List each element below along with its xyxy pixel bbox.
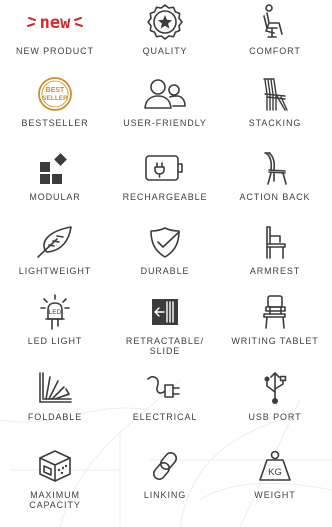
feature-label: MAXIMUM CAPACITY [29,490,81,510]
capacity-box-icon [25,446,85,486]
retractable-slide-icon [135,292,195,332]
usb-icon [245,368,305,408]
feature-label: RETRACTABLE/ SLIDE [125,336,205,356]
feature-users: USER-FRIENDLY [110,74,220,144]
chain-link-icon [135,446,195,486]
modular-blocks-icon [25,148,85,188]
electrical-plug-icon [135,368,195,408]
feature-label: WRITING TABLET [231,336,319,346]
writing-tablet-chair-icon [245,292,305,332]
feature-label: ARMREST [249,266,301,276]
feature-quality-star: QUALITY [110,2,220,72]
bestseller-text-line1: BEST [46,87,65,94]
feature-modular-blocks: MODULAR [0,148,110,218]
comfort-seat-icon [245,2,305,42]
feature-label: FOLDABLE [27,412,83,422]
feature-label: DURABLE [140,266,190,276]
feature-foldable-angle: FOLDABLE [0,368,110,438]
feature-new-badge: new NEW PRODUCT [0,2,110,72]
quality-star-icon [135,2,195,42]
feature-battery-plug: RECHARGEABLE [110,148,220,218]
led-bulb-icon: LED [25,292,85,332]
action-back-chair-icon [245,148,305,188]
feature-grid: new NEW PRODUCT QUALITY COMFORT BEST SELLER BE… [0,0,332,527]
feature-bestseller-badge: BEST SELLER BESTSELLER [0,74,110,144]
battery-plug-icon [135,148,195,188]
feature-shield-check: DURABLE [110,222,220,292]
led-text: LED [49,309,62,316]
feature-writing-tablet-chair: WRITING TABLET [220,292,330,362]
shield-check-icon [135,222,195,262]
feature-label: NEW PRODUCT [16,46,94,56]
feature-led-bulb: LED LED LIGHT [0,292,110,362]
feature-stacked-chairs: STACKING [220,74,330,144]
feature-label: MODULAR [29,192,81,202]
feature-label: WEIGHT [254,490,296,500]
weight-kg-text: KG [268,467,282,478]
feature-label: RECHARGEABLE [122,192,208,202]
feature-label: LINKING [143,490,187,500]
feather-icon [25,222,85,262]
feature-comfort-seat: COMFORT [220,2,330,72]
feature-label: USB PORT [248,412,302,422]
users-icon [135,74,195,114]
new-badge-text: new [40,13,71,33]
feature-label: BESTSELLER [21,118,89,128]
feature-usb: USB PORT [220,368,330,438]
armrest-chair-icon [245,222,305,262]
bestseller-badge-icon: BEST SELLER [25,74,85,114]
feature-label: COMFORT [249,46,301,56]
feature-label: QUALITY [142,46,188,56]
feature-chain-link: LINKING [110,446,220,516]
feature-electrical-plug: ELECTRICAL [110,368,220,438]
feature-armrest-chair: ARMREST [220,222,330,292]
feature-label: ELECTRICAL [132,412,198,422]
feature-capacity-box: MAXIMUM CAPACITY [0,446,110,516]
feature-action-back-chair: ACTION BACK [220,148,330,218]
foldable-angle-icon [25,368,85,408]
new-badge-icon: new [25,2,85,42]
feature-label: LED LIGHT [27,336,83,346]
feature-feather: LIGHTWEIGHT [0,222,110,292]
feature-label: ACTION BACK [239,192,311,202]
feature-label: LIGHTWEIGHT [18,266,92,276]
weight-kg-icon: KG [245,446,305,486]
feature-label: USER-FRIENDLY [123,118,207,128]
feature-retractable-slide: RETRACTABLE/ SLIDE [110,292,220,362]
bestseller-text-line2: SELLER [42,95,68,102]
stacked-chairs-icon [245,74,305,114]
feature-weight-kg: KG WEIGHT [220,446,330,516]
feature-label: STACKING [248,118,302,128]
